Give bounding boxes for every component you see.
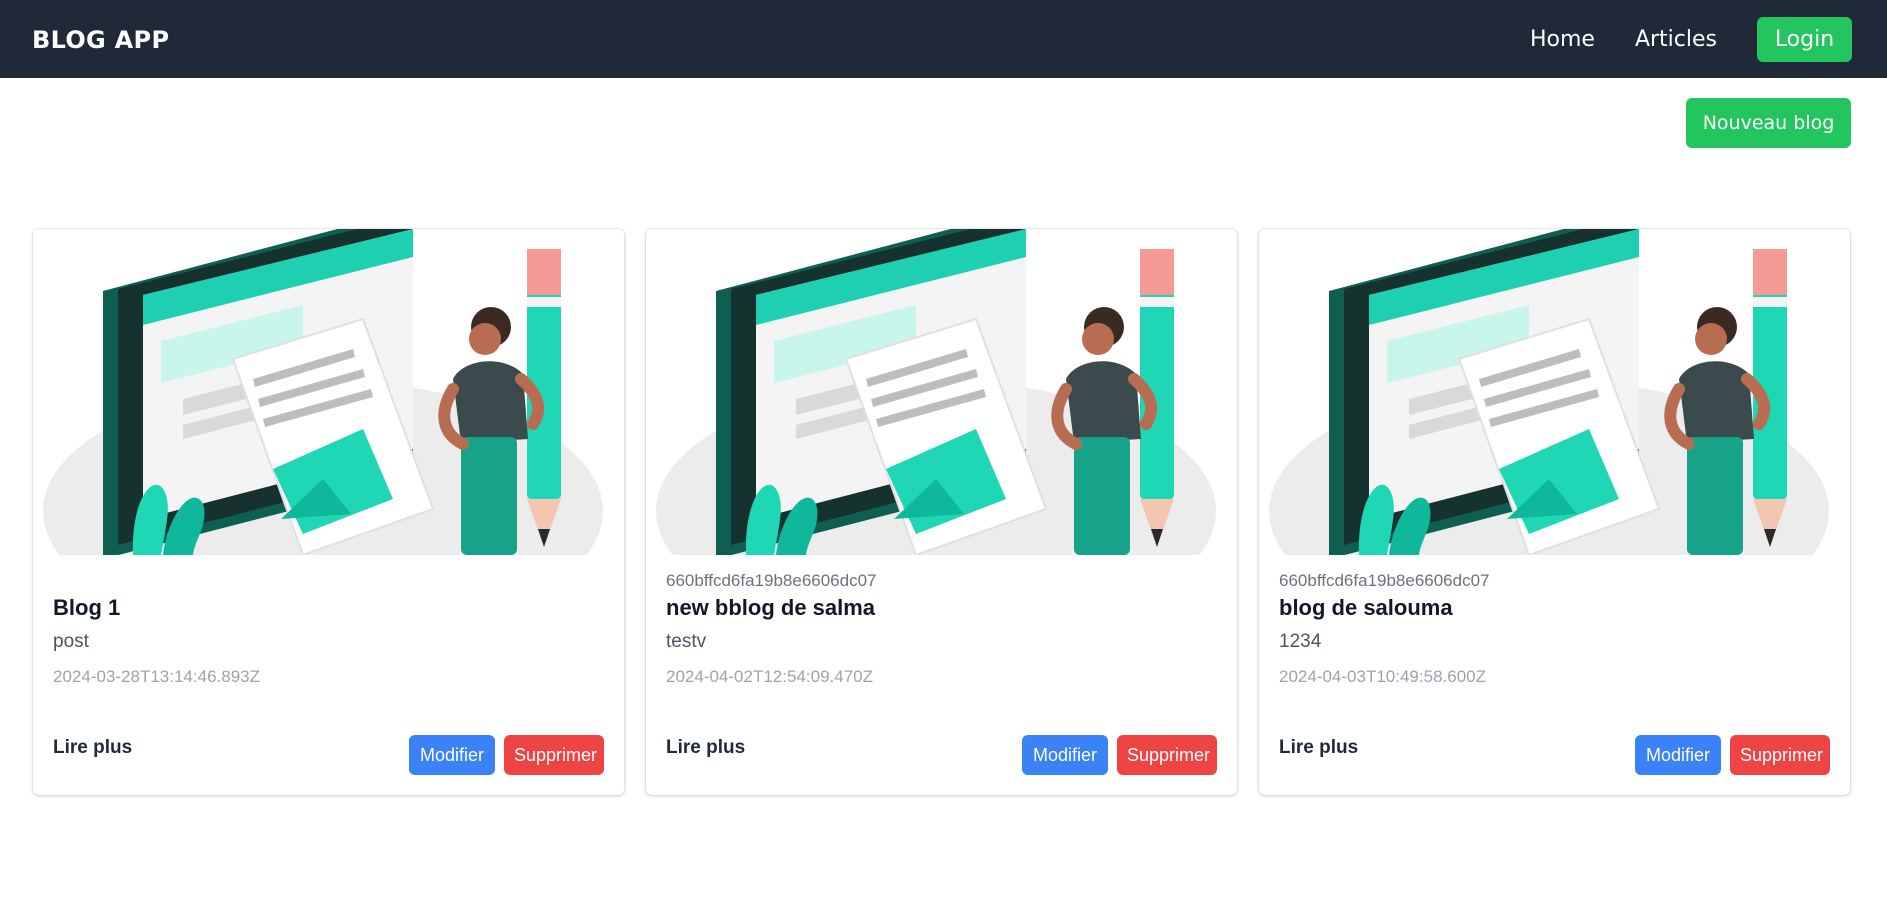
card-body: Blog 1 post 2024-03-28T13:14:46.893Z: [53, 571, 604, 687]
card-body: 660bffcd6fa19b8e6606dc07 new bblog de sa…: [666, 571, 1217, 687]
read-more-link[interactable]: Lire plus: [53, 737, 132, 759]
card-title: blog de salouma: [1279, 595, 1453, 620]
login-button[interactable]: Login: [1757, 16, 1852, 62]
blog-card: 660bffcd6fa19b8e6606dc07 blog de salouma…: [1259, 229, 1850, 795]
new-blog-button[interactable]: Nouveau blog: [1686, 98, 1851, 148]
card-date: 2024-03-28T13:14:46.893Z: [53, 667, 260, 686]
read-more-link[interactable]: Lire plus: [666, 737, 745, 759]
delete-button[interactable]: Supprimer: [1730, 735, 1830, 775]
delete-button[interactable]: Supprimer: [504, 735, 604, 775]
card-date: 2024-04-03T10:49:58.600Z: [1279, 667, 1486, 686]
nav-links: Home Articles Login: [1530, 16, 1855, 62]
card-id: [53, 571, 604, 595]
card-actions: Modifier Supprimer: [409, 735, 604, 775]
card-content: 1234: [1279, 631, 1322, 652]
read-more-link[interactable]: Lire plus: [1279, 737, 1358, 759]
blog-illustration-icon: [646, 229, 1237, 555]
blog-card-list: Blog 1 post 2024-03-28T13:14:46.893Z Lir…: [33, 229, 1850, 795]
nav-home-link[interactable]: Home: [1530, 27, 1595, 52]
card-actions: Modifier Supprimer: [1022, 735, 1217, 775]
card-body: 660bffcd6fa19b8e6606dc07 blog de salouma…: [1279, 571, 1830, 687]
blog-card: Blog 1 post 2024-03-28T13:14:46.893Z Lir…: [33, 229, 624, 795]
edit-button[interactable]: Modifier: [1022, 735, 1108, 775]
blog-illustration-icon: [33, 229, 624, 555]
delete-button[interactable]: Supprimer: [1117, 735, 1217, 775]
edit-button[interactable]: Modifier: [1635, 735, 1721, 775]
card-id: 660bffcd6fa19b8e6606dc07: [1279, 571, 1490, 590]
edit-button[interactable]: Modifier: [409, 735, 495, 775]
nav-articles-link[interactable]: Articles: [1635, 27, 1717, 52]
blog-illustration-icon: [1259, 229, 1850, 555]
card-date: 2024-04-02T12:54:09.470Z: [666, 667, 873, 686]
brand-logo[interactable]: BLOG APP: [32, 26, 169, 54]
card-title: new bblog de salma: [666, 595, 876, 620]
card-title: Blog 1: [53, 595, 121, 620]
card-content: post: [53, 631, 89, 652]
blog-card: 660bffcd6fa19b8e6606dc07 new bblog de sa…: [646, 229, 1237, 795]
card-id: 660bffcd6fa19b8e6606dc07: [666, 571, 877, 590]
card-content: testv: [666, 631, 707, 652]
card-actions: Modifier Supprimer: [1635, 735, 1830, 775]
navbar: BLOG APP Home Articles Login: [0, 0, 1887, 78]
